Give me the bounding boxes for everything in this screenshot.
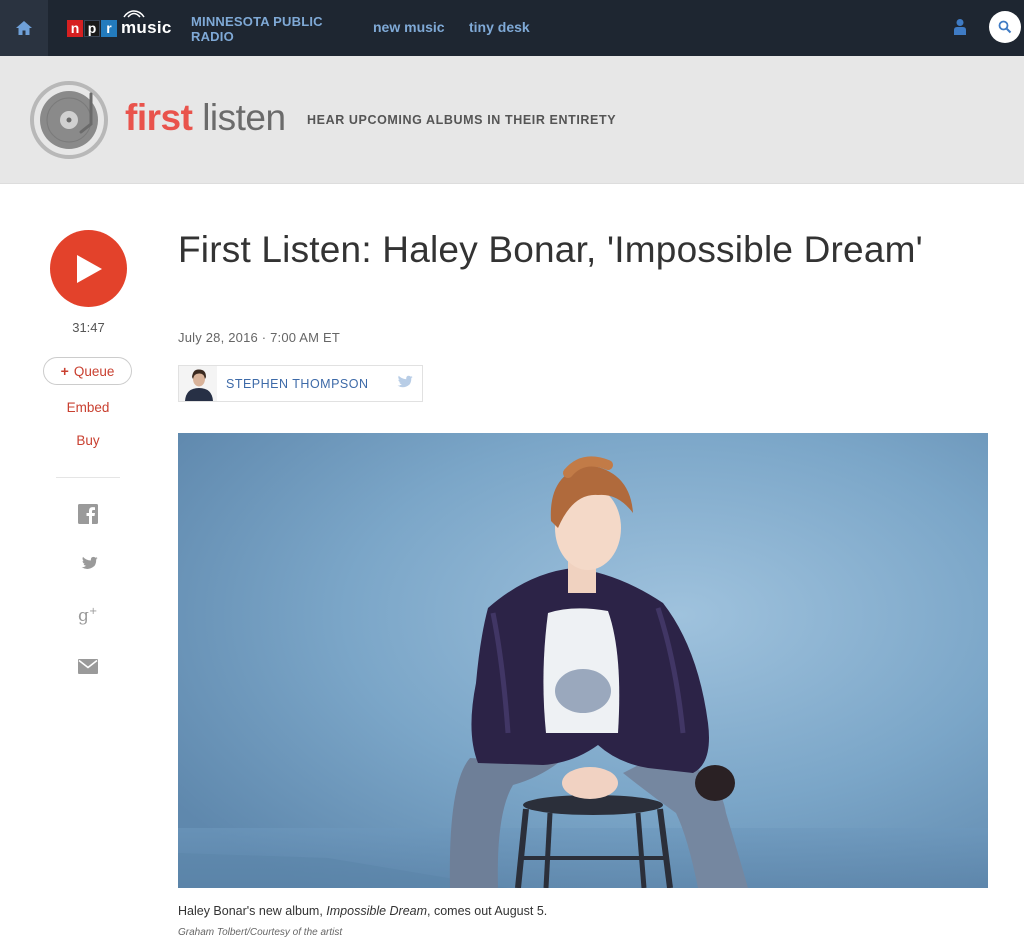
byline: STEPHEN THOMPSON [178, 365, 423, 402]
top-navigation: n p r music MINNESOTA PUBLIC RADIO new m… [0, 0, 1024, 56]
share-twitter[interactable] [76, 552, 100, 576]
author-name[interactable]: STEPHEN THOMPSON [226, 377, 369, 391]
photo-caption: Haley Bonar's new album, Impossible Drea… [178, 904, 547, 918]
svg-text:+: + [89, 606, 97, 617]
share-facebook[interactable] [76, 502, 100, 526]
home-button[interactable] [0, 0, 48, 56]
article-date: July 28, 2016 · 7:00 AM ET [178, 330, 341, 345]
buy-link[interactable]: Buy [48, 433, 128, 448]
music-word-text: music [121, 18, 172, 37]
nav-tiny-desk[interactable]: tiny desk [469, 19, 530, 35]
twitter-icon[interactable] [394, 375, 413, 391]
divider [56, 477, 120, 478]
nav-new-music[interactable]: new music [373, 19, 445, 35]
home-icon [16, 21, 32, 35]
sound-wave-icon [123, 10, 145, 18]
banner-title[interactable]: first listen [125, 96, 286, 140]
queue-label: Queue [73, 363, 115, 379]
share-email[interactable] [76, 654, 100, 678]
google-plus-icon: g + [78, 606, 97, 625]
audio-duration: 31:47 [72, 320, 105, 335]
queue-button[interactable]: + Queue [43, 357, 132, 385]
author-avatar[interactable] [179, 366, 217, 401]
search-button[interactable] [989, 11, 1021, 43]
plus-icon: + [60, 363, 69, 379]
vinyl-record-icon [30, 81, 108, 159]
npr-logo-r: r [101, 19, 117, 37]
music-wordmark: music [121, 10, 172, 38]
banner-tagline: HEAR UPCOMING ALBUMS IN THEIR ENTIRETY [307, 113, 617, 127]
banner-title-listen: listen [202, 97, 286, 138]
user-icon[interactable] [953, 18, 967, 36]
banner-title-first: first [125, 97, 193, 138]
article-headline: First Listen: Haley Bonar, 'Impossible D… [178, 229, 923, 270]
photo-credit: Graham Tolbert/Courtesy of the artist [178, 927, 343, 938]
search-icon [998, 20, 1012, 34]
embed-link[interactable]: Embed [48, 400, 128, 415]
npr-logo-p: p [84, 19, 100, 37]
station-link[interactable]: MINNESOTA PUBLIC RADIO [191, 14, 341, 44]
facebook-icon [78, 504, 98, 524]
twitter-icon [81, 556, 98, 569]
svg-text:g: g [78, 606, 89, 625]
npr-logo-n: n [67, 19, 83, 37]
first-listen-banner: first listen HEAR UPCOMING ALBUMS IN THE… [0, 56, 1024, 184]
caption-text-post: , comes out August 5. [427, 904, 548, 918]
caption-album-title: Impossible Dream [326, 904, 428, 918]
email-icon [78, 658, 98, 674]
share-google-plus[interactable]: g + [76, 603, 100, 627]
caption-text-pre: Haley Bonar's new album, [178, 904, 327, 918]
npr-music-logo[interactable]: n p r music [67, 10, 172, 42]
play-icon [76, 254, 102, 283]
article-photo [178, 433, 988, 888]
play-button[interactable] [50, 230, 127, 307]
